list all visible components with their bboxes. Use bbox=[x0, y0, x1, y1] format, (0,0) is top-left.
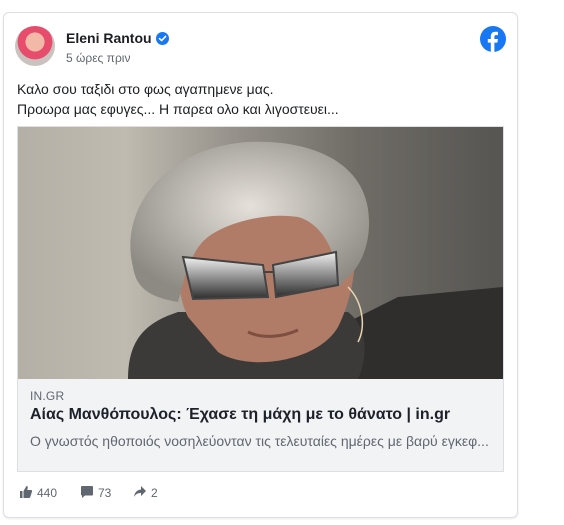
comment-icon bbox=[80, 485, 98, 502]
link-domain: IN.GR bbox=[30, 389, 65, 403]
post-message: Καλο σου ταξιδι στο φως αγαπημενε μας. Π… bbox=[17, 79, 497, 119]
link-description: Ο γνωστός ηθοποιός νοσηλεύονταν τις τελε… bbox=[30, 433, 489, 449]
facebook-logo-icon[interactable] bbox=[480, 26, 506, 52]
author-avatar[interactable] bbox=[15, 26, 55, 66]
shares-count: 2 bbox=[151, 486, 158, 500]
author-line: Eleni Rantou bbox=[66, 30, 169, 46]
post-text-line: Καλο σου ταξιδι στο φως αγαπημενε μας. bbox=[17, 81, 274, 97]
likes-count: 440 bbox=[37, 486, 58, 500]
author-name[interactable]: Eleni Rantou bbox=[66, 30, 152, 46]
verified-badge-icon bbox=[155, 32, 169, 45]
link-title[interactable]: Αίας Μανθόπουλος: Έχασε τη μάχη με το θά… bbox=[30, 406, 450, 424]
link-preview-image[interactable] bbox=[18, 127, 503, 379]
likes-stat[interactable]: 440 bbox=[19, 485, 57, 501]
link-preview[interactable]: IN.GR Αίας Μανθόπουλος: Έχασε τη μάχη με… bbox=[17, 126, 504, 472]
embedded-post-card: Eleni Rantou 5 ώρες πριν Καλο σου ταξιδι… bbox=[3, 12, 518, 518]
post-timestamp[interactable]: 5 ώρες πριν bbox=[66, 51, 130, 65]
comments-count: 73 bbox=[98, 486, 112, 500]
post-text-line: Προωρα μας εφυγες... Η παρεα ολο και λιγ… bbox=[17, 101, 339, 117]
share-icon bbox=[133, 485, 151, 502]
like-icon bbox=[19, 485, 37, 502]
comments-stat[interactable]: 73 bbox=[80, 485, 111, 501]
shares-stat[interactable]: 2 bbox=[133, 485, 158, 501]
